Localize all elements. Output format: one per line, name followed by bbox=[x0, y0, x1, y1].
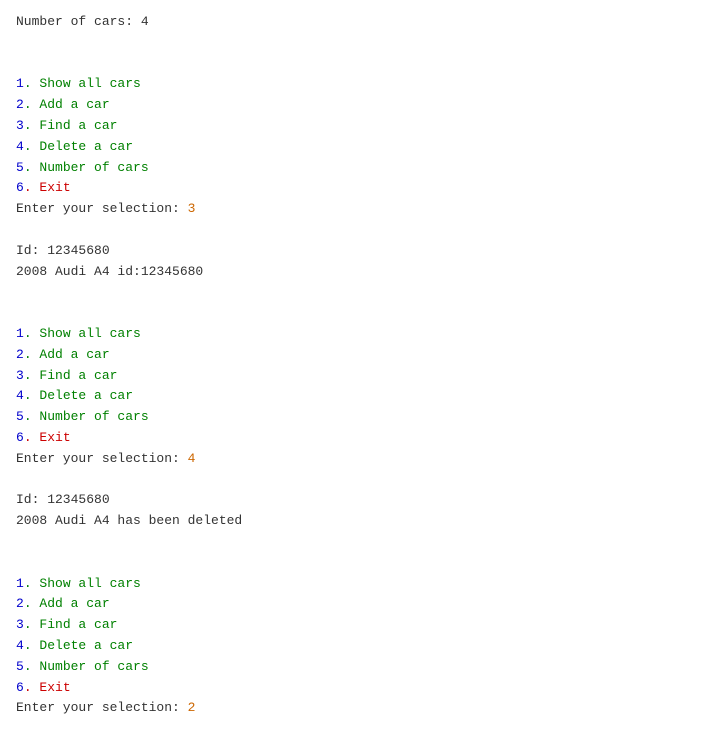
menu-item: 2. Add a car bbox=[16, 95, 692, 116]
output-line: 2008 Audi A4 id:12345680 bbox=[16, 262, 692, 283]
menu-item: 3. Find a car bbox=[16, 615, 692, 636]
selection-value: 3 bbox=[188, 201, 196, 216]
menu-item: 4. Delete a car bbox=[16, 636, 692, 657]
prompt-line: Enter your selection: 3 bbox=[16, 199, 692, 220]
menu-item: 1. Show all cars bbox=[16, 74, 692, 95]
blank-line bbox=[16, 220, 692, 241]
menu-item: 5. Number of cars bbox=[16, 158, 692, 179]
selection-value: 2 bbox=[188, 700, 196, 715]
menu-item: 1. Show all cars bbox=[16, 324, 692, 345]
menu-item: 3. Find a car bbox=[16, 116, 692, 137]
blank-line bbox=[16, 54, 692, 75]
menu-item: 4. Delete a car bbox=[16, 137, 692, 158]
menu-item: 5. Number of cars bbox=[16, 657, 692, 678]
menu-item: 2. Add a car bbox=[16, 594, 692, 615]
prompt-line: Enter your selection: 4 bbox=[16, 449, 692, 470]
menu-item: 4. Delete a car bbox=[16, 386, 692, 407]
menu-item: 5. Number of cars bbox=[16, 407, 692, 428]
output-line: Number of cars: 4 bbox=[16, 12, 692, 33]
menu-item: 1. Show all cars bbox=[16, 574, 692, 595]
menu-item: 6. Exit bbox=[16, 178, 692, 199]
blank-line bbox=[16, 282, 692, 303]
output-line: Id: 12345680 bbox=[16, 241, 692, 262]
blank-line bbox=[16, 532, 692, 553]
menu-item: 2. Add a car bbox=[16, 345, 692, 366]
output-line: 2008 Audi A4 has been deleted bbox=[16, 511, 692, 532]
prompt-text: Enter your selection: bbox=[16, 451, 188, 466]
selection-value: 4 bbox=[188, 451, 196, 466]
menu-item: 6. Exit bbox=[16, 428, 692, 449]
blank-line bbox=[16, 303, 692, 324]
menu-item: 6. Exit bbox=[16, 678, 692, 699]
output-line: Id: 12345680 bbox=[16, 490, 692, 511]
prompt-text: Enter your selection: bbox=[16, 700, 188, 715]
menu-item: 3. Find a car bbox=[16, 366, 692, 387]
prompt-line: Enter your selection: 2 bbox=[16, 698, 692, 719]
terminal-output: Number of cars: 41. Show all cars2. Add … bbox=[16, 12, 692, 719]
blank-line bbox=[16, 470, 692, 491]
prompt-text: Enter your selection: bbox=[16, 201, 188, 216]
blank-line bbox=[16, 33, 692, 54]
blank-line bbox=[16, 553, 692, 574]
